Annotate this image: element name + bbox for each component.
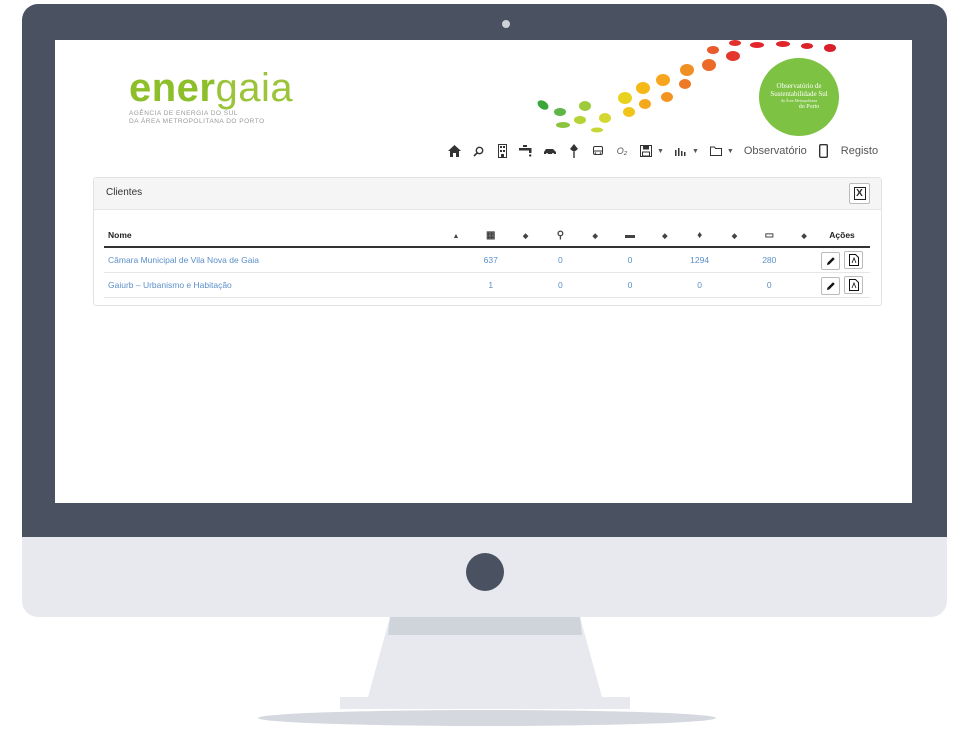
column-header-nome[interactable]: Nome (104, 226, 446, 248)
cell-lighting: 1294 (674, 247, 725, 273)
building-icon: ▦ (486, 229, 496, 241)
clientes-panel: Clientes X Nome ▲ ▦ ◆ ⚲ ◆ ▬ ◆ ♦ ◆ ▭ ◆ Aç… (93, 177, 882, 306)
stand-base-shadow (258, 710, 716, 726)
column-nome-label: Nome (108, 230, 132, 240)
column-acoes-label: Ações (829, 230, 855, 240)
badge-line-3: da Área Metropolitana (780, 98, 818, 103)
observatorio-badge[interactable]: Observatório de Sustentabilidade Sul da … (759, 58, 839, 136)
cell-fleet: 0 (605, 247, 655, 273)
cell-fleet: 0 (605, 272, 655, 298)
building-icon[interactable] (495, 143, 509, 159)
chart-dropdown-caret-icon[interactable]: ▼ (692, 148, 699, 155)
search-icon[interactable] (471, 143, 485, 159)
camera-dot (502, 20, 510, 28)
panel-header: Clientes X (94, 178, 881, 210)
cell-lighting: 0 (674, 272, 725, 298)
monitor-logo-button (466, 553, 504, 591)
monitor-stand (340, 617, 630, 709)
table-header-row: Nome ▲ ▦ ◆ ⚲ ◆ ▬ ◆ ♦ ◆ ▭ ◆ Ações (104, 226, 870, 248)
co2-icon[interactable]: O₂ (615, 143, 629, 159)
badge-line-4: do Porto (798, 104, 820, 110)
client-name-link[interactable]: Gaiurb – Urbanismo e Habitação (104, 272, 466, 298)
home-icon[interactable] (447, 143, 461, 159)
table-row: Gaiurb – Urbanismo e Habitação 1 0 0 0 0 (104, 272, 870, 298)
column-header-lighting[interactable]: ♦ (674, 226, 725, 248)
save-icon[interactable] (639, 143, 653, 159)
sort-icon[interactable]: ◆ (794, 226, 815, 248)
table-row: Câmara Municipal de Vila Nova de Gaia 63… (104, 247, 870, 273)
pdf-icon (848, 253, 859, 266)
column-header-transport[interactable]: ▭ (744, 226, 795, 248)
cell-buildings: 637 (465, 247, 516, 273)
logo-main-text: ener (129, 66, 216, 110)
excel-icon: X (853, 187, 866, 200)
tablet-icon[interactable] (817, 143, 831, 159)
sort-icon[interactable]: ◆ (654, 226, 675, 248)
edit-button[interactable] (821, 276, 841, 295)
logo-subtitle-1: AGÊNCIA DE ENERGIA DO SUL (129, 110, 238, 117)
car-icon[interactable] (543, 143, 557, 159)
sort-icon[interactable]: ◆ (724, 226, 745, 248)
bus-icon[interactable] (591, 143, 605, 159)
sort-icon[interactable]: ◆ (515, 226, 536, 248)
cell-water: 0 (535, 272, 586, 298)
faucet-icon: ⚲ (556, 229, 565, 241)
pdf-button[interactable] (844, 250, 864, 269)
column-header-fleet[interactable]: ▬ (605, 226, 655, 248)
bus-icon: ▭ (764, 229, 775, 241)
cell-water: 0 (535, 247, 586, 273)
clientes-table: Nome ▲ ▦ ◆ ⚲ ◆ ▬ ◆ ♦ ◆ ▭ ◆ Ações Câmara … (104, 226, 870, 298)
street-lamp-icon[interactable] (567, 143, 581, 159)
bar-chart-icon[interactable] (674, 143, 688, 159)
save-dropdown-caret-icon[interactable]: ▼ (657, 148, 664, 155)
panel-title: Clientes (106, 187, 143, 198)
badge-line-1: Observatório de (776, 82, 822, 90)
car-icon: ▬ (624, 229, 635, 241)
row-actions (814, 247, 870, 273)
export-excel-button[interactable]: X (849, 183, 870, 204)
nav-observatorio-link[interactable]: Observatório (744, 145, 807, 157)
cell-buildings: 1 (465, 272, 516, 298)
top-navbar: O₂ ▼ ▼ ▼ Observatório Registo (447, 141, 878, 161)
logo-thin-text: gaia (215, 66, 294, 110)
column-header-buildings[interactable]: ▦ (465, 226, 516, 248)
row-actions (814, 272, 870, 298)
column-header-water[interactable]: ⚲ (535, 226, 586, 248)
pencil-icon (826, 256, 835, 265)
pdf-icon (848, 278, 859, 291)
street-lamp-icon: ♦ (697, 229, 703, 241)
nav-registo-link[interactable]: Registo (841, 145, 878, 157)
pencil-icon (826, 281, 835, 290)
sort-asc-icon[interactable]: ▲ (445, 226, 466, 248)
faucet-icon[interactable] (519, 143, 533, 159)
cell-transport: 0 (744, 272, 795, 298)
edit-button[interactable] (821, 251, 841, 270)
pdf-button[interactable] (844, 275, 864, 294)
client-name-link[interactable]: Câmara Municipal de Vila Nova de Gaia (104, 247, 466, 273)
column-header-acoes: Ações (814, 226, 870, 248)
energaia-logo[interactable]: energaia AGÊNCIA DE ENERGIA DO SUL DA ÁR… (129, 68, 293, 126)
screen: energaia AGÊNCIA DE ENERGIA DO SUL DA ÁR… (55, 40, 912, 503)
sort-icon[interactable]: ◆ (585, 226, 606, 248)
logo-subtitle-2: DA ÁREA METROPOLITANA DO PORTO (129, 118, 265, 125)
folder-dropdown-caret-icon[interactable]: ▼ (727, 148, 734, 155)
badge-line-2: Sustentabilidade Sul (770, 90, 828, 98)
folder-icon[interactable] (709, 143, 723, 159)
cell-transport: 280 (744, 247, 795, 273)
